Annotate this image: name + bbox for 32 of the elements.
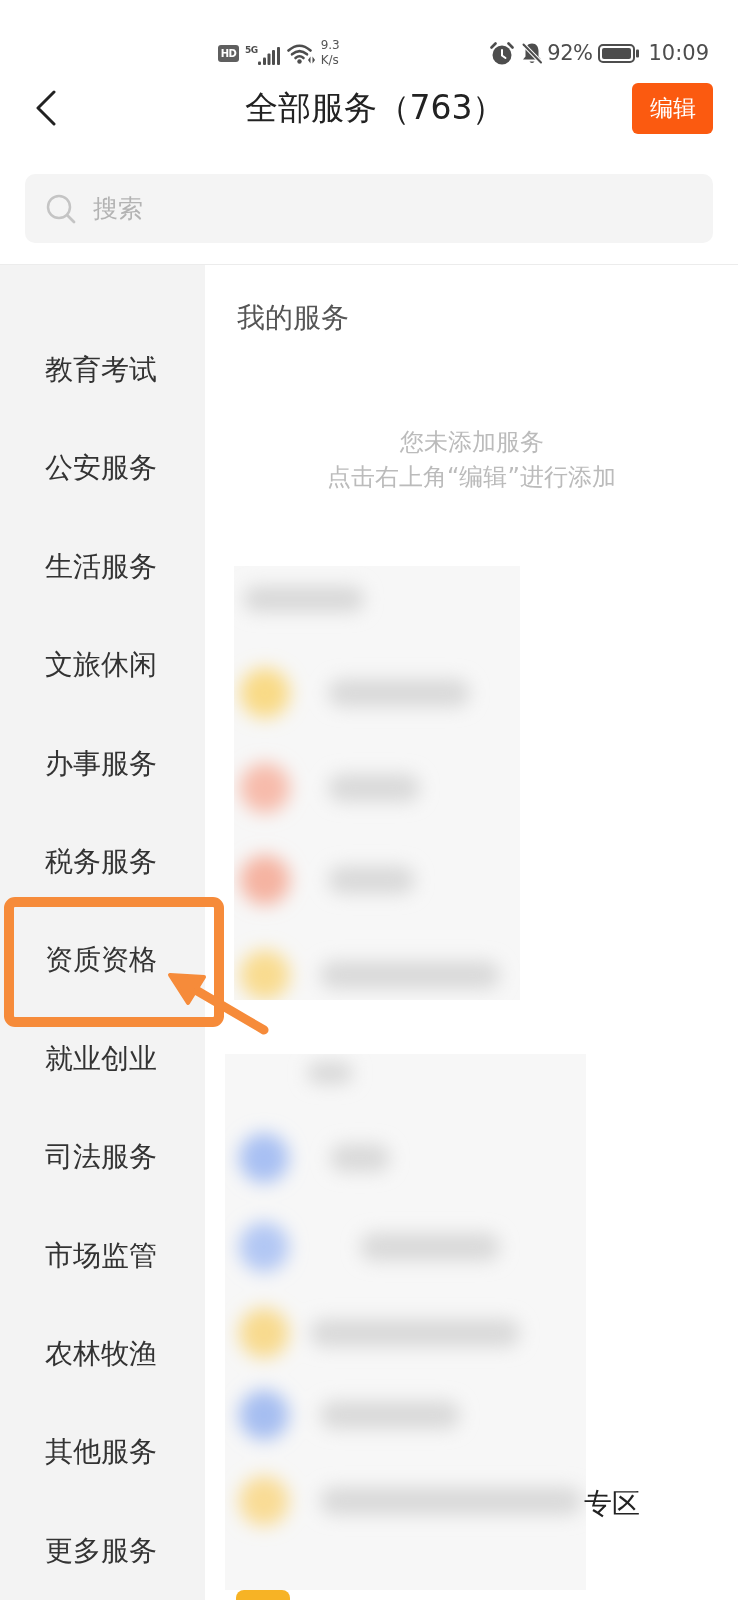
sidebar-item[interactable]: 更多服务 (0, 1501, 205, 1600)
sidebar-item[interactable]: 其他服务 (0, 1403, 205, 1502)
alarm-clock-icon (490, 41, 515, 65)
section-title: 我的服务 (237, 300, 350, 336)
bell-muted-icon (521, 41, 544, 65)
sidebar-item[interactable]: 教育考试 (0, 320, 205, 420)
sidebar-item[interactable]: 农林牧渔 (0, 1304, 205, 1404)
sidebar-item[interactable]: 司法服务 (0, 1107, 205, 1207)
back-icon (34, 90, 58, 126)
network-speed-unit: K/s (320, 53, 340, 68)
service-name: 专区 (584, 1486, 640, 1522)
sidebar-item[interactable]: 税务服务 (0, 812, 205, 912)
sidebar-item[interactable]: 公安服务 (0, 419, 205, 518)
battery-icon (598, 43, 640, 63)
battery-percent: 92% (547, 40, 593, 66)
sidebar-item[interactable]: 资质资格 (0, 911, 205, 1010)
sidebar-item[interactable]: 文旅休闲 (0, 615, 205, 715)
empty-state-text: 点击右上角“编辑”进行添加 (327, 462, 616, 493)
sidebar-item[interactable]: 就业创业 (0, 1009, 205, 1108)
empty-state-text: 您未添加服务 (399, 427, 544, 458)
search-field[interactable]: 搜索 (25, 174, 713, 243)
status-time: 10:09 (648, 40, 709, 66)
hd-badge: HD (218, 44, 239, 62)
sidebar-item[interactable]: 市场监管 (0, 1206, 205, 1305)
page-title: 全部服务（763） (244, 87, 506, 129)
network-speed-value: 9.3 (320, 38, 340, 53)
wifi-icon (286, 42, 315, 64)
network-type-label: 5G (245, 45, 258, 55)
sidebar-item[interactable]: 生活服务 (0, 517, 205, 616)
signal-icon (257, 47, 280, 65)
search-icon (46, 194, 76, 224)
sidebar-item[interactable]: 办事服务 (0, 714, 205, 813)
